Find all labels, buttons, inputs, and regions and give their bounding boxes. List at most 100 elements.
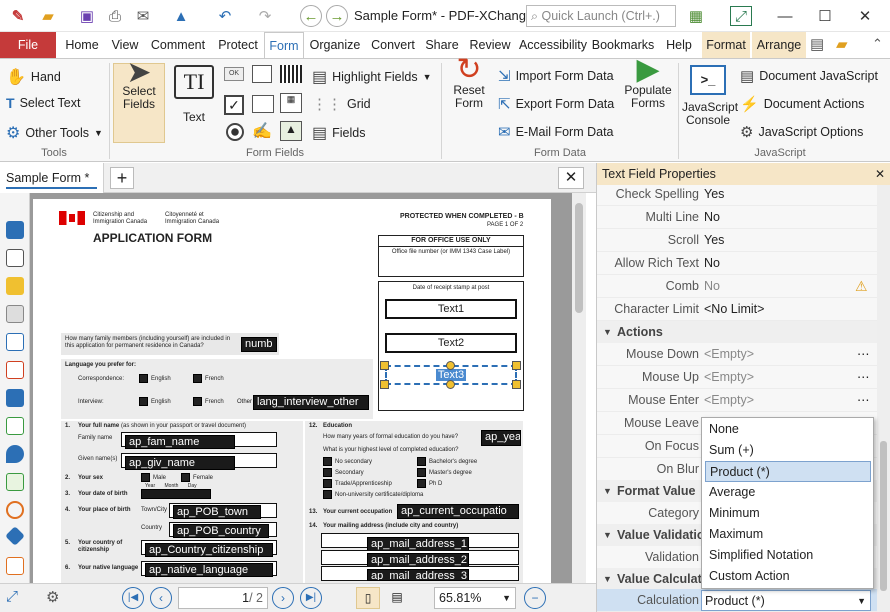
ellipsis-icon[interactable]: ⋯ bbox=[857, 366, 870, 389]
zoom-select[interactable]: 65.81% ▼ bbox=[434, 587, 516, 609]
import-form-data-button[interactable]: ⇲ Import Form Data bbox=[498, 67, 614, 85]
fields-panel-icon[interactable] bbox=[6, 417, 24, 435]
ui-options-icon[interactable]: ▦ bbox=[684, 4, 708, 28]
text1-field[interactable]: Text1 bbox=[385, 299, 517, 319]
tab-format[interactable]: Format bbox=[702, 32, 750, 58]
tab-convert[interactable]: Convert bbox=[366, 32, 420, 58]
scan-icon[interactable]: ▲ bbox=[170, 4, 192, 28]
layers-icon[interactable] bbox=[6, 389, 24, 407]
document-javascript-button[interactable]: ▤ Document JavaScript bbox=[740, 67, 878, 85]
prop-calculation[interactable]: Calculation Product (*) ▼ bbox=[597, 589, 877, 612]
family-count-field[interactable]: numb bbox=[241, 337, 277, 352]
select-fields-button[interactable]: ➤ Select Fields bbox=[113, 58, 165, 143]
prop-character-limit[interactable]: Character Limit <No Limit> bbox=[597, 298, 877, 321]
select-text-tool[interactable]: T Select Text bbox=[6, 95, 80, 111]
attachments-icon[interactable] bbox=[6, 305, 24, 323]
combobox-field-icon[interactable] bbox=[252, 95, 274, 113]
populate-forms-button[interactable]: ▶ Populate Forms bbox=[622, 55, 674, 110]
tab-organize[interactable]: Organize bbox=[306, 32, 364, 58]
sex-female-checkbox[interactable] bbox=[181, 473, 190, 482]
export-form-data-button[interactable]: ⇱ Export Form Data bbox=[498, 95, 614, 113]
javascript-options-button[interactable]: ⚙ JavaScript Options bbox=[740, 123, 863, 141]
section-actions[interactable]: ▼ Actions bbox=[597, 321, 877, 343]
correspondence-english-checkbox[interactable] bbox=[139, 374, 148, 383]
barcode-field-icon[interactable] bbox=[280, 65, 302, 83]
edu-checkbox[interactable] bbox=[417, 468, 426, 477]
comments-icon[interactable] bbox=[6, 277, 24, 295]
family-name-field[interactable]: ap_fam_name bbox=[125, 435, 235, 449]
panel-scrollbar[interactable] bbox=[877, 185, 890, 612]
links-icon[interactable] bbox=[6, 501, 24, 519]
other-tools-menu[interactable]: ⚙ Other Tools ▼ bbox=[6, 123, 103, 143]
given-names-field[interactable]: ap_giv_name bbox=[125, 456, 235, 470]
close-tab-button[interactable]: ✕ bbox=[558, 167, 584, 189]
sex-male-checkbox[interactable] bbox=[141, 473, 150, 482]
structure-icon[interactable] bbox=[6, 473, 24, 491]
button-field-icon[interactable]: OK bbox=[224, 67, 244, 81]
option-none[interactable]: None bbox=[705, 419, 871, 440]
vertical-scrollbar[interactable] bbox=[572, 193, 586, 583]
open-folder-icon[interactable]: ▰ bbox=[36, 4, 60, 28]
listbox-field-icon[interactable] bbox=[252, 65, 272, 83]
mail-address-1-field[interactable]: ap_mail_address_1 bbox=[367, 537, 469, 551]
text2-field[interactable]: Text2 bbox=[385, 333, 517, 353]
resize-handle[interactable] bbox=[512, 380, 521, 389]
resize-handle[interactable] bbox=[446, 380, 455, 389]
highlight-fields-button[interactable]: ▤ Highlight Fields ▼ bbox=[312, 67, 432, 87]
option-maximum[interactable]: Maximum bbox=[705, 524, 871, 545]
prop-check-spelling[interactable]: Check Spelling Yes bbox=[597, 183, 877, 206]
email-icon[interactable]: ✉ bbox=[132, 4, 154, 28]
document-tab[interactable]: Sample Form * bbox=[0, 163, 104, 193]
option-simplified-notation[interactable]: Simplified Notation bbox=[705, 545, 871, 566]
hand-tool[interactable]: ✋ Hand bbox=[6, 67, 61, 87]
close-window-button[interactable]: ✕ bbox=[850, 4, 880, 28]
tab-help[interactable]: Help bbox=[658, 32, 700, 58]
reset-form-button[interactable]: ↻ Reset Form bbox=[446, 55, 492, 110]
continuous-view-icon[interactable]: ▤ bbox=[386, 587, 408, 609]
settings-gear-icon[interactable]: ⚙ bbox=[46, 588, 59, 606]
scrollbar-thumb[interactable] bbox=[575, 203, 583, 313]
order-icon[interactable] bbox=[6, 557, 24, 575]
option-minimum[interactable]: Minimum bbox=[705, 503, 871, 524]
correspondence-french-checkbox[interactable] bbox=[193, 374, 202, 383]
interview-english-checkbox[interactable] bbox=[139, 397, 148, 406]
prop-mouse-down[interactable]: Mouse Down <Empty> ⋯ bbox=[597, 343, 877, 366]
tab-view[interactable]: View bbox=[106, 32, 144, 58]
fields-button[interactable]: ▤ Fields bbox=[312, 123, 365, 143]
print-icon[interactable]: ⎙ bbox=[104, 4, 126, 28]
resize-handle[interactable] bbox=[380, 380, 389, 389]
edu-checkbox[interactable] bbox=[323, 479, 332, 488]
tab-file[interactable]: File bbox=[0, 32, 56, 58]
close-panel-icon[interactable]: ✕ bbox=[875, 163, 885, 185]
mail-address-3-field[interactable]: ap_mail_address_3 bbox=[367, 569, 469, 581]
zoom-out-button[interactable]: − bbox=[524, 587, 546, 609]
occupation-field[interactable]: ap_current_occupatio bbox=[397, 504, 519, 519]
edu-checkbox[interactable] bbox=[417, 457, 426, 466]
tab-protect[interactable]: Protect bbox=[212, 32, 264, 58]
undo-icon[interactable]: ↶ bbox=[214, 4, 236, 28]
expand-icon[interactable]: ⤢ bbox=[6, 588, 18, 605]
fullscreen-icon[interactable]: ⤢ bbox=[730, 6, 752, 26]
quick-launch-input[interactable]: ⌕ Quick Launch (Ctrl+.) bbox=[526, 5, 676, 27]
content-icon[interactable] bbox=[6, 333, 24, 351]
tab-home[interactable]: Home bbox=[60, 32, 104, 58]
ribbon-collapse-icon[interactable]: ⌃ bbox=[872, 36, 883, 52]
edu-checkbox[interactable] bbox=[323, 468, 332, 477]
panel-scrollbar-thumb[interactable] bbox=[880, 441, 887, 591]
option-custom-action[interactable]: Custom Action bbox=[705, 566, 871, 587]
checkbox-field-icon[interactable]: ✓ bbox=[224, 95, 244, 115]
signature-field-icon[interactable]: ✍ bbox=[252, 121, 274, 141]
grid-button[interactable]: ⋮⋮ Grid bbox=[312, 95, 371, 113]
option-product[interactable]: Product (*) bbox=[705, 461, 871, 482]
document-icon[interactable]: ▤ bbox=[810, 35, 824, 53]
document-actions-button[interactable]: ⚡ Document Actions bbox=[740, 95, 864, 113]
last-page-button[interactable]: ▶| bbox=[300, 587, 322, 609]
destinations-icon[interactable] bbox=[6, 361, 24, 379]
redo-icon[interactable]: ↷ bbox=[254, 4, 276, 28]
prop-comb[interactable]: Comb No ⚠ bbox=[597, 275, 877, 298]
tab-form[interactable]: Form bbox=[264, 32, 304, 59]
next-page-button[interactable]: › bbox=[272, 587, 294, 609]
edu-checkbox[interactable] bbox=[323, 457, 332, 466]
dob-field[interactable] bbox=[141, 489, 211, 499]
ellipsis-icon[interactable]: ⋯ bbox=[857, 343, 870, 366]
